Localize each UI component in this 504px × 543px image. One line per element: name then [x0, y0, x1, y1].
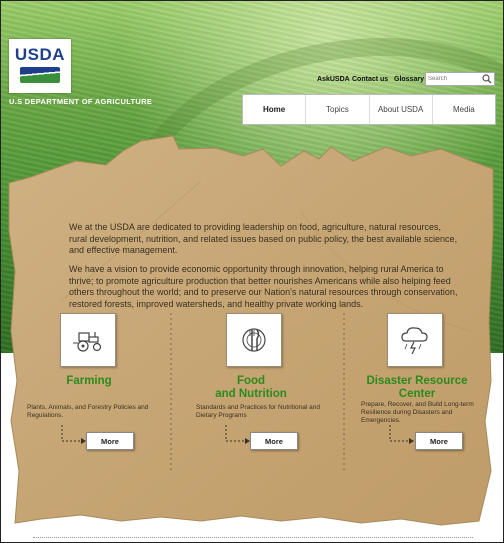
intro-paragraph-2: We have a vision to provide economic opp… [69, 264, 458, 309]
search-input[interactable] [428, 74, 480, 84]
disaster-icon-box[interactable] [387, 313, 443, 367]
footer-divider [33, 537, 473, 538]
disaster-title[interactable]: Disaster Resource Center [355, 375, 479, 401]
farming-arrow-icon [61, 425, 86, 444]
farming-description: Plants, Animals, and Forestry Policies a… [27, 404, 149, 419]
link-glossary[interactable]: Glossary [394, 76, 424, 83]
disaster-more-button[interactable]: More [415, 432, 463, 450]
storm-cloud-icon [401, 327, 428, 355]
nav-topics[interactable]: Topics [305, 95, 368, 124]
food-icon-box[interactable] [226, 313, 282, 367]
farming-title[interactable]: Farming [39, 375, 139, 388]
logo-swoosh-icon [20, 67, 60, 83]
nav-media[interactable]: Media [431, 95, 495, 124]
nav-home[interactable]: Home [243, 95, 305, 124]
disaster-title-line2: Center [398, 388, 436, 400]
food-nutrition-title[interactable]: Food and Nutrition [201, 375, 301, 401]
intro-paragraph-1: We at the USDA are dedicated to providin… [69, 222, 458, 255]
farming-icon-box[interactable] [60, 313, 116, 367]
tractor-icon [73, 332, 102, 352]
usda-logo[interactable]: USDA [9, 39, 71, 93]
link-askusda[interactable]: AskUSDA [317, 76, 350, 83]
farming-more-button[interactable]: More [86, 432, 134, 450]
food-description: Standards and Practices for Nutritional … [196, 404, 320, 419]
page: USDA U.S DEPARTMENT OF AGRICULTURE AskUS… [0, 0, 504, 543]
plate-utensils-icon [242, 328, 266, 352]
food-arrow-icon [225, 425, 250, 444]
search-box [425, 72, 495, 86]
food-title-line1: Food [236, 375, 266, 387]
logo-text: USDA [14, 45, 66, 64]
disaster-description: Prepare, Recover, and Build Long-term Re… [361, 401, 474, 424]
disaster-arrow-icon [389, 425, 414, 444]
link-contact-us[interactable]: Contact us [352, 76, 388, 83]
agency-name: U.S DEPARTMENT OF AGRICULTURE [9, 97, 153, 106]
food-more-button[interactable]: More [250, 432, 298, 450]
main-nav: Home Topics About USDA Media [242, 94, 496, 125]
search-icon[interactable] [481, 74, 493, 84]
food-title-line2: and Nutrition [215, 388, 287, 400]
disaster-title-line1: Disaster Resource [366, 375, 468, 387]
nav-about-usda[interactable]: About USDA [368, 95, 432, 124]
